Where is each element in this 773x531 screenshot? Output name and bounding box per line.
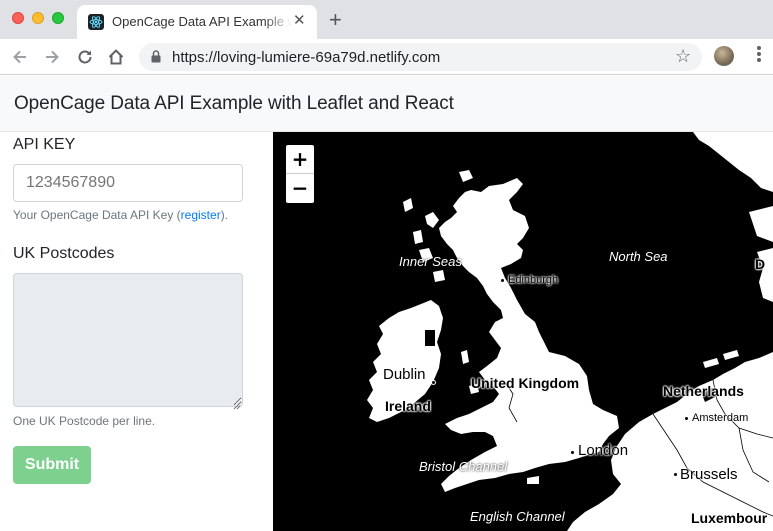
map-label-netherlands: Netherlands — [663, 383, 744, 399]
bookmark-star-icon[interactable]: ☆ — [675, 46, 691, 66]
zoom-control: + − — [284, 143, 316, 205]
back-arrow-icon[interactable] — [10, 47, 30, 67]
map-label-luxembourg: Luxembour — [691, 510, 768, 526]
london-marker — [570, 450, 575, 455]
window-minimize-button[interactable] — [32, 12, 44, 24]
resize-grip-icon[interactable] — [233, 397, 241, 410]
tab-close-icon[interactable]: ✕ — [293, 12, 306, 30]
map-label-amsterdam: Amsterdam — [692, 412, 749, 424]
profile-avatar[interactable] — [714, 46, 734, 66]
map-label-brussels: Brussels — [680, 466, 738, 483]
map-label-edge: D — [755, 256, 766, 272]
lock-icon — [151, 50, 161, 68]
brussels-marker — [673, 472, 678, 477]
new-tab-button[interactable]: + — [329, 9, 342, 31]
page-title: OpenCage Data API Example with Leaflet a… — [14, 93, 454, 114]
register-link[interactable]: register — [181, 208, 221, 222]
browser-tab-bar: OpenCage Data API Example with Leaflet a… — [0, 0, 773, 39]
react-icon — [88, 14, 104, 30]
home-icon[interactable] — [106, 47, 126, 67]
map-view[interactable]: + − Inner Seas North Sea Edinburgh Dubli… — [273, 132, 773, 531]
map-label-london: London — [578, 442, 629, 459]
api-key-label: API KEY — [13, 136, 76, 153]
zoom-out-button[interactable]: − — [286, 174, 314, 203]
api-key-help-suffix: ). — [220, 208, 229, 222]
url-text: https://loving-lumiere-69a79d.netlify.co… — [172, 49, 441, 66]
address-bar[interactable]: https://loving-lumiere-69a79d.netlify.co… — [139, 43, 702, 71]
form-panel: API KEY Your OpenCage Data API Key (regi… — [0, 132, 273, 531]
browser-tab-active[interactable]: OpenCage Data API Example with Leaflet a… — [77, 5, 317, 39]
map-label-united-kingdom: United Kingdom — [471, 375, 580, 391]
dublin-marker — [431, 380, 436, 385]
api-key-input[interactable] — [13, 164, 243, 202]
map-label-inner-seas: Inner Seas — [399, 254, 462, 269]
window-close-button[interactable] — [12, 12, 24, 24]
window-maximize-button[interactable] — [52, 12, 64, 24]
browser-toolbar: https://loving-lumiere-69a79d.netlify.co… — [0, 39, 773, 75]
map-label-english-channel: English Channel — [470, 509, 565, 524]
postcodes-label: UK Postcodes — [13, 245, 115, 262]
amsterdam-marker — [684, 416, 689, 421]
page-header: OpenCage Data API Example with Leaflet a… — [0, 76, 773, 132]
browser-menu-icon[interactable] — [757, 46, 761, 64]
forward-arrow-icon[interactable] — [42, 47, 62, 67]
edinburgh-marker — [500, 278, 505, 283]
postcodes-help: One UK Postcode per line. — [13, 414, 156, 428]
map-label-north-sea: North Sea — [609, 249, 668, 264]
submit-button[interactable]: Submit — [13, 446, 91, 484]
map-label-bristol-channel: Bristol Channel — [419, 459, 508, 474]
api-key-help-prefix: Your OpenCage Data API Key ( — [13, 208, 181, 222]
map-label-edinburgh: Edinburgh — [508, 274, 559, 286]
postcodes-textarea[interactable] — [13, 273, 243, 407]
reload-icon[interactable] — [75, 47, 95, 67]
map-label-dublin: Dublin — [383, 366, 426, 383]
zoom-in-button[interactable]: + — [286, 145, 314, 174]
api-key-help: Your OpenCage Data API Key (register). — [13, 208, 228, 222]
tab-title: OpenCage Data API Example with Leaflet a… — [112, 14, 292, 29]
map-label-ireland: Ireland — [385, 398, 431, 414]
